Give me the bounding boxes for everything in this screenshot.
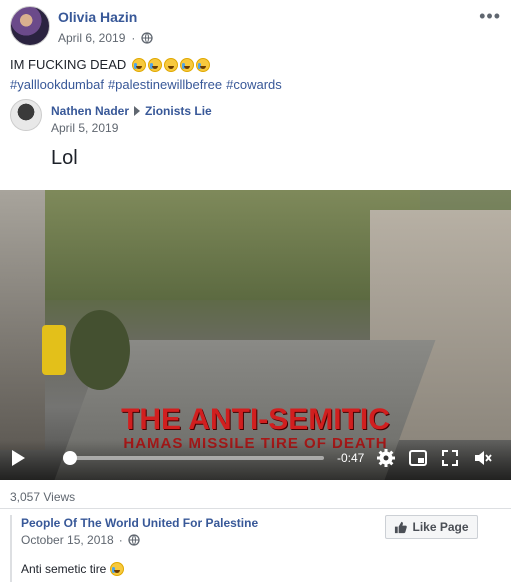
laughing-emoji-icon (110, 562, 125, 576)
crying-emoji-icon (148, 57, 163, 72)
like-page-button[interactable]: Like Page (385, 515, 478, 539)
shared-post-text: Lol (51, 147, 78, 169)
post-author-name[interactable]: Olivia Hazin (58, 9, 137, 25)
video-progress-track[interactable] (64, 456, 324, 460)
globe-icon (128, 534, 140, 546)
author-avatar[interactable] (10, 6, 50, 46)
video-frame-hill (40, 190, 420, 300)
page-post-caption: Anti semetic tire (21, 562, 125, 576)
play-icon[interactable] (12, 450, 25, 466)
crying-emoji-icon (132, 57, 147, 72)
globe-icon (141, 32, 154, 44)
video-player[interactable]: THE ANTI-SEMITIC HAMAS MISSILE TIRE OF D… (0, 190, 511, 480)
shared-attachment-bar (10, 515, 12, 582)
view-count: 3,057 Views (10, 490, 76, 504)
video-frame-tree (70, 310, 130, 390)
more-options-icon[interactable]: ••• (479, 6, 501, 27)
settings-gear-icon[interactable] (376, 448, 396, 468)
caption-text: Anti semetic tire (21, 562, 107, 576)
page-name-link[interactable]: People Of The World United For Palestine (21, 516, 258, 530)
post-timestamp: April 6, 2019 · (58, 31, 154, 45)
divider (0, 508, 511, 509)
picture-in-picture-icon[interactable] (408, 448, 428, 468)
fullscreen-icon[interactable] (440, 448, 460, 468)
like-page-label: Like Page (412, 520, 469, 534)
arrow-right-icon (134, 106, 141, 116)
rofl-emoji-icon (196, 57, 211, 72)
page-post-date[interactable]: October 15, 2018 (21, 533, 114, 547)
rofl-emoji-icon (180, 57, 195, 72)
video-progress-handle[interactable] (63, 451, 77, 465)
page-post-timestamp: October 15, 2018 · (21, 533, 140, 547)
hashtag-link[interactable]: #palestinewillbefree (108, 77, 222, 92)
thumbs-up-icon (395, 521, 408, 533)
post-text: IM FUCKING DEAD (10, 57, 127, 72)
hashtag-link[interactable]: #cowards (226, 77, 282, 92)
shared-target-name[interactable]: Zionists Lie (145, 104, 212, 118)
shared-author-line: Nathen Nader Zionists Lie (51, 104, 212, 118)
video-time-remaining: -0:47 (337, 451, 365, 465)
video-title-overlay: THE ANTI-SEMITIC (121, 403, 390, 436)
laughing-emoji-icon (164, 57, 179, 72)
hashtag-list: #yalllookdumbaf #palestinewillbefree #co… (10, 77, 282, 92)
shared-author-avatar[interactable] (10, 99, 42, 131)
post-date[interactable]: April 6, 2019 (58, 31, 125, 45)
hashtag-link[interactable]: #yalllookdumbaf (10, 77, 104, 92)
video-frame-yellow-object (42, 325, 66, 375)
shared-author-name[interactable]: Nathen Nader (51, 104, 129, 118)
mute-icon[interactable] (472, 448, 492, 468)
emoji-group (132, 57, 211, 72)
post-text-line: IM FUCKING DEAD (10, 57, 211, 72)
shared-post-date[interactable]: April 5, 2019 (51, 121, 118, 135)
